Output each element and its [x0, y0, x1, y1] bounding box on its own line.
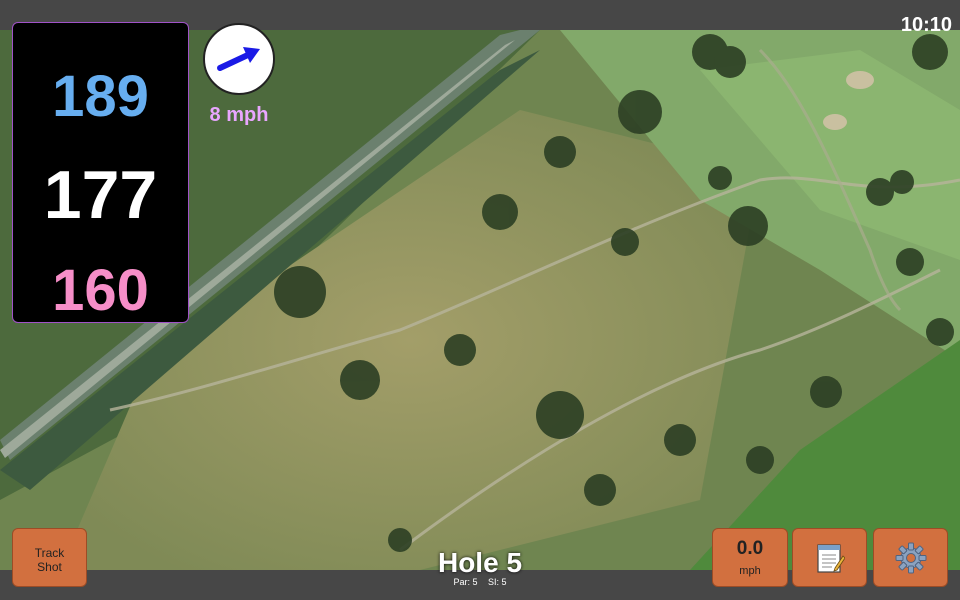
hole-par: Par: 5: [453, 577, 478, 587]
distance-panel: 189 177 160: [12, 22, 189, 323]
golf-gps-app: 10:10 189 177 160 8 mph Track Shot Hole …: [0, 0, 960, 600]
hole-info: Par: 5 SI: 5: [380, 577, 580, 587]
wind-speed: 8 mph: [209, 104, 269, 126]
back-distance: 189: [52, 64, 149, 129]
track-shot-label-line2: Shot: [37, 560, 62, 574]
hole-si: SI: 5: [488, 577, 507, 587]
speed-button[interactable]: 0.0 mph: [712, 528, 788, 587]
speed-value: 0.0: [736, 538, 764, 559]
settings-button[interactable]: [873, 528, 948, 587]
notepad-icon: [816, 543, 845, 573]
front-distance: 160: [52, 258, 149, 323]
notes-button[interactable]: [792, 528, 867, 587]
wind-direction-indicator: [203, 23, 275, 95]
arrow-icon: [217, 47, 260, 71]
track-shot-button[interactable]: Track Shot: [12, 528, 87, 587]
speed-unit: mph: [739, 565, 761, 577]
track-shot-label-line1: Track: [34, 546, 65, 560]
gear-icon: [895, 542, 926, 573]
clock: 10:10: [900, 14, 952, 36]
hole-title: Hole 5: [437, 547, 523, 578]
middle-distance: 177: [43, 157, 158, 233]
